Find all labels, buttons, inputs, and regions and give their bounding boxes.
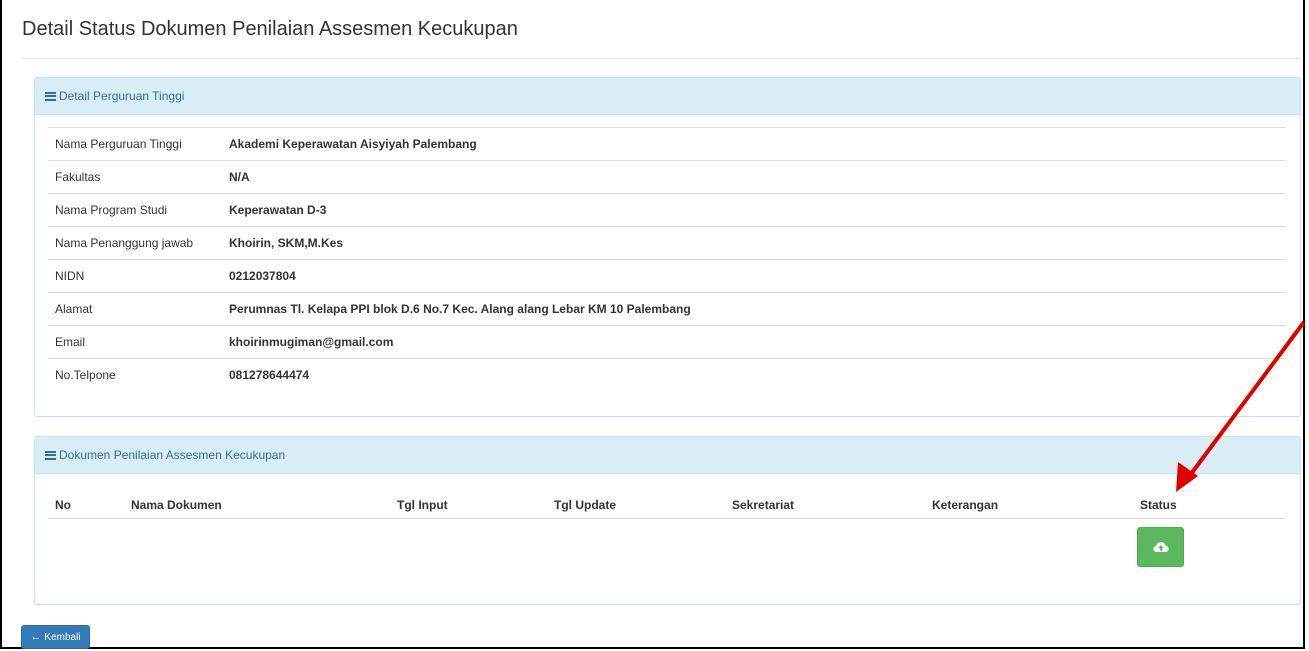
column-header-no: No xyxy=(55,497,71,512)
row-value: 0212037804 xyxy=(229,269,296,283)
row-label: Alamat xyxy=(55,302,93,316)
row-label: Nama Program Studi xyxy=(55,203,168,217)
table-row: Email khoirinmugiman@gmail.com xyxy=(48,325,1286,358)
row-label: Nama Perguruan Tinggi xyxy=(55,137,182,151)
detail-panel-title: Detail Perguruan Tinggi xyxy=(59,89,185,103)
column-header-status: Status xyxy=(1140,497,1177,512)
row-value: khoirinmugiman@gmail.com xyxy=(229,335,394,349)
upload-button[interactable] xyxy=(1137,527,1184,567)
detail-table: Nama Perguruan Tinggi Akademi Keperawata… xyxy=(48,127,1286,391)
documents-panel-heading: Dokumen Penilaian Assesmen Kecukupan xyxy=(35,437,1300,474)
table-header-row: No Nama Dokumen Tgl Input Tgl Update Sek… xyxy=(48,491,1286,519)
list-icon xyxy=(45,450,56,460)
row-label: Fakultas xyxy=(55,170,101,184)
documents-panel-title: Dokumen Penilaian Assesmen Kecukupan xyxy=(59,448,286,462)
documents-panel: Dokumen Penilaian Assesmen Kecukupan xyxy=(34,436,1301,605)
column-header-tgl-update: Tgl Update xyxy=(554,497,616,512)
table-row: Nama Perguruan Tinggi Akademi Keperawata… xyxy=(48,127,1286,160)
table-row: Fakultas N/A xyxy=(48,160,1286,193)
row-value: Keperawatan D-3 xyxy=(229,203,327,217)
back-button-label: Kembali xyxy=(44,631,81,643)
documents-table: No Nama Dokumen Tgl Input Tgl Update Sek… xyxy=(48,491,1286,519)
row-value: Khoirin, SKM,M.Kes xyxy=(229,236,344,250)
row-label: Email xyxy=(55,335,86,349)
detail-panel-heading: Detail Perguruan Tinggi xyxy=(35,78,1300,115)
row-label: No.Telpone xyxy=(55,368,116,382)
arrow-left-icon: ← xyxy=(30,631,42,643)
back-button[interactable]: ← Kembali xyxy=(21,625,90,649)
table-row: Nama Penanggung jawab Khoirin, SKM,M.Kes xyxy=(48,226,1286,259)
row-label: Nama Penanggung jawab xyxy=(55,236,194,250)
column-header-keterangan: Keterangan xyxy=(932,497,999,512)
row-value: Perumnas Tl. Kelapa PPI blok D.6 No.7 Ke… xyxy=(229,302,691,316)
row-value: N/A xyxy=(229,170,250,184)
list-icon xyxy=(45,91,56,101)
page-title: Detail Status Dokumen Penilaian Assesmen… xyxy=(22,18,518,40)
table-row: Alamat Perumnas Tl. Kelapa PPI blok D.6 … xyxy=(48,292,1286,325)
row-value: Akademi Keperawatan Aisyiyah Palembang xyxy=(229,137,477,151)
table-row: Nama Program Studi Keperawatan D-3 xyxy=(48,193,1286,226)
table-row: No.Telpone 081278644474 xyxy=(48,358,1286,391)
title-divider xyxy=(22,58,1300,59)
table-row: NIDN 0212037804 xyxy=(48,259,1286,292)
row-label: NIDN xyxy=(55,269,85,283)
column-header-tgl-input: Tgl Input xyxy=(397,497,448,512)
cloud-upload-icon xyxy=(1153,542,1169,552)
row-value: 081278644474 xyxy=(229,368,310,382)
column-header-sekretariat: Sekretariat xyxy=(732,497,795,512)
column-header-nama-dokumen: Nama Dokumen xyxy=(131,497,222,512)
